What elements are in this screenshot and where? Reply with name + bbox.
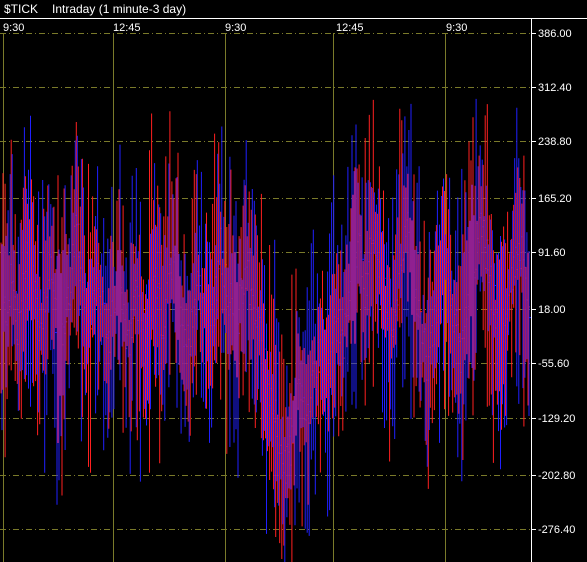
y-tick-label: 312.40 <box>538 82 572 94</box>
y-tick-label: -202.80 <box>538 470 575 482</box>
chart-window: $TICK Intraday (1 minute-3 day) 386.00 31… <box>0 0 587 562</box>
x-tick-label: 12:45 <box>113 22 141 34</box>
y-tick-label: 386.00 <box>538 28 572 40</box>
x-tick-label: 9:30 <box>3 22 24 34</box>
y-tick-label: 165.20 <box>538 193 572 205</box>
y-tick-label: -276.40 <box>538 524 575 536</box>
y-tick-label: -129.20 <box>538 413 575 425</box>
x-tick-label: 12:45 <box>336 22 364 34</box>
chart-plot: 386.00 312.40 238.80 165.20 91.60 18.00 -55.60… <box>0 18 587 562</box>
y-tick-label: -55.60 <box>538 358 569 370</box>
x-tick-label: 9:30 <box>446 22 467 34</box>
y-tick-label: 18.00 <box>538 304 566 316</box>
y-tick-label: 91.60 <box>538 247 566 259</box>
y-tick-label: 238.80 <box>538 136 572 148</box>
x-tick-label: 9:30 <box>225 22 246 34</box>
